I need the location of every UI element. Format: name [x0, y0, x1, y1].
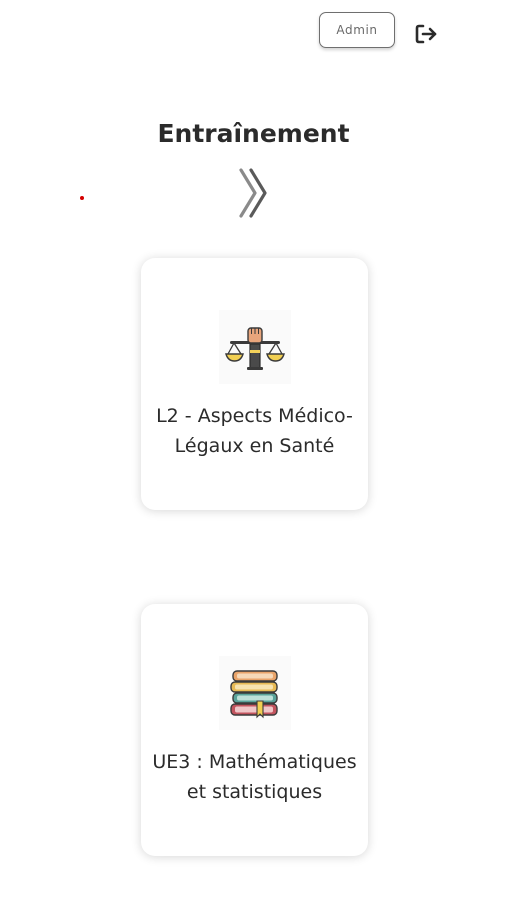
course-card-label: L2 - Aspects Médico- Légaux en Santé — [156, 405, 353, 457]
red-dot — [80, 196, 84, 200]
page-title: Entraînement — [157, 119, 350, 148]
double-chevron-right-icon[interactable] — [233, 166, 273, 220]
sign-out-icon — [415, 24, 437, 44]
scales-of-justice-icon — [219, 310, 291, 384]
admin-button[interactable]: Admin — [319, 12, 395, 48]
logout-button[interactable] — [413, 21, 441, 47]
page: Admin Entraînement L2 - Aspects Médico- … — [0, 0, 507, 900]
course-card-label: UE3 : Mathématiques et statistiques — [152, 751, 357, 803]
stack-of-books-icon — [219, 656, 291, 730]
course-card-l2-medico-legal[interactable]: L2 - Aspects Médico- Légaux en Santé — [141, 258, 368, 510]
admin-button-label: Admin — [336, 23, 378, 37]
course-card-ue3-maths-stats[interactable]: UE3 : Mathématiques et statistiques — [141, 604, 368, 856]
